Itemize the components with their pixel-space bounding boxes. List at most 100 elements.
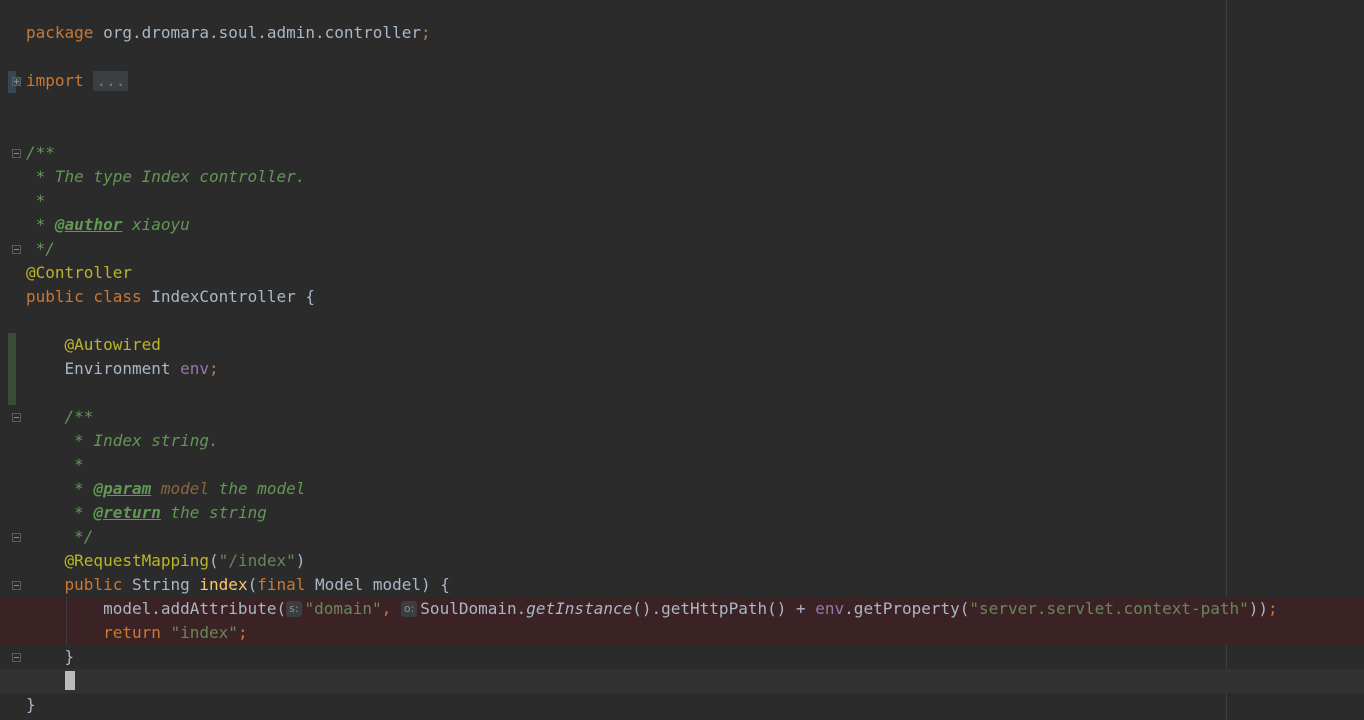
fold-collapse-icon[interactable]	[12, 533, 21, 542]
code-token: index	[199, 575, 248, 594]
code-token: * The type Index controller.	[26, 167, 306, 186]
code-line-text[interactable]: *	[26, 453, 84, 477]
code-line[interactable]	[0, 309, 1364, 333]
code-line[interactable]: public class IndexController {	[0, 285, 1364, 309]
code-line[interactable]: /**	[0, 405, 1364, 429]
code-token: @param	[93, 479, 152, 498]
code-line-text[interactable]: /**	[26, 405, 94, 429]
code-token: "server.servlet.context-path"	[969, 599, 1249, 618]
fold-collapse-icon[interactable]	[12, 653, 21, 662]
code-line[interactable]: * @param model the model	[0, 477, 1364, 501]
code-token: env	[815, 599, 845, 618]
fold-expand-icon[interactable]	[12, 77, 21, 86]
parameter-hint: s:	[286, 601, 302, 617]
code-line[interactable]: /**	[0, 141, 1364, 165]
code-line-text[interactable]: /**	[26, 141, 55, 165]
code-line[interactable]	[0, 669, 1364, 693]
text-caret	[64, 671, 75, 690]
code-line[interactable]: * @return the string	[0, 501, 1364, 525]
code-line-text[interactable]: import ...	[26, 69, 129, 93]
code-line[interactable]: * The type Index controller.	[0, 165, 1364, 189]
code-line[interactable]: return "index";	[0, 621, 1364, 645]
code-line[interactable]	[0, 381, 1364, 405]
code-line-text[interactable]: */	[26, 525, 93, 549]
code-line-text[interactable]: @RequestMapping("/index")	[26, 549, 306, 573]
code-token: "domain"	[304, 599, 382, 618]
code-line[interactable]: model.addAttribute(s: "domain", o: SoulDom…	[0, 597, 1364, 621]
code-token: public	[64, 575, 132, 594]
folded-imports-placeholder[interactable]: ...	[93, 71, 129, 91]
code-token: */	[26, 527, 94, 546]
code-line-text[interactable]: * @author xiaoyu	[26, 213, 190, 237]
code-line[interactable]: }	[0, 693, 1364, 717]
code-token: public class	[26, 287, 152, 306]
fold-collapse-icon[interactable]	[12, 413, 21, 422]
code-line[interactable]: *	[0, 189, 1364, 213]
code-line-text[interactable]: @Controller	[26, 261, 132, 285]
code-line[interactable]: */	[0, 237, 1364, 261]
code-token: @Controller	[26, 263, 132, 282]
code-line-text[interactable]: }	[26, 693, 36, 717]
code-line[interactable]: */	[0, 525, 1364, 549]
code-token: "index"	[170, 623, 238, 642]
code-line-text[interactable]: model.addAttribute(s: "domain", o: SoulDom…	[26, 597, 1278, 621]
code-token: @author	[54, 215, 123, 234]
code-token: ))	[1248, 599, 1269, 618]
code-line[interactable]: Environment env;	[0, 357, 1364, 381]
code-line-text[interactable]: package org.dromara.soul.admin.controlle…	[26, 21, 431, 45]
code-line-text[interactable]: public class IndexController {	[26, 285, 315, 309]
code-line-text[interactable]: }	[26, 645, 75, 669]
code-line[interactable]	[0, 93, 1364, 117]
code-line[interactable]: * Index string.	[0, 429, 1364, 453]
code-line-text[interactable]: * The type Index controller.	[26, 165, 306, 189]
code-line[interactable]: @Autowired	[0, 333, 1364, 357]
code-line-text[interactable]	[26, 669, 75, 693]
code-line[interactable]: * @author xiaoyu	[0, 213, 1364, 237]
code-line[interactable]: package org.dromara.soul.admin.controlle…	[0, 21, 1364, 45]
code-token: .getProperty(	[844, 599, 970, 618]
code-token: model.addAttribute(	[26, 599, 287, 618]
code-line[interactable]: public String index(final Model model) {	[0, 573, 1364, 597]
code-line[interactable]: @RequestMapping("/index")	[0, 549, 1364, 573]
code-token: *	[26, 479, 94, 498]
code-line-text[interactable]: public String index(final Model model) {	[26, 573, 450, 597]
code-token: *	[26, 503, 94, 522]
code-token: (	[247, 575, 258, 594]
code-line-text[interactable]: Environment env;	[26, 357, 219, 381]
code-line[interactable]: *	[0, 453, 1364, 477]
code-token: final	[257, 575, 316, 594]
code-line[interactable]: @Controller	[0, 261, 1364, 285]
code-token: @RequestMapping	[64, 551, 210, 570]
code-token: the model	[209, 479, 306, 498]
code-token: Model model) {	[315, 575, 450, 594]
code-token: env	[180, 359, 210, 378]
code-line-text[interactable]: @Autowired	[26, 333, 161, 357]
code-token: xiaoyu	[122, 215, 190, 234]
fold-collapse-icon[interactable]	[12, 581, 21, 590]
code-token: String	[131, 575, 200, 594]
code-token: the string	[160, 503, 267, 522]
code-line-text[interactable]: *	[26, 189, 46, 213]
code-line-text[interactable]: * @return the string	[26, 501, 267, 525]
code-line[interactable]	[0, 117, 1364, 141]
code-line-text[interactable]: return "index";	[26, 621, 248, 645]
code-line[interactable]: import ...	[0, 69, 1364, 93]
fold-collapse-icon[interactable]	[12, 149, 21, 158]
code-line[interactable]	[0, 45, 1364, 69]
code-token: (	[209, 551, 219, 570]
code-line[interactable]: }	[0, 645, 1364, 669]
fold-collapse-icon[interactable]	[12, 245, 21, 254]
code-line-text[interactable]: * Index string.	[26, 429, 219, 453]
code-token: ;	[209, 359, 219, 378]
code-line-text[interactable]: */	[26, 237, 55, 261]
code-editor[interactable]: package org.dromara.soul.admin.controlle…	[0, 0, 1364, 720]
code-line-text[interactable]: * @param model the model	[26, 477, 305, 501]
code-token: SoulDomain.	[420, 599, 527, 618]
code-token: ,	[381, 599, 401, 618]
